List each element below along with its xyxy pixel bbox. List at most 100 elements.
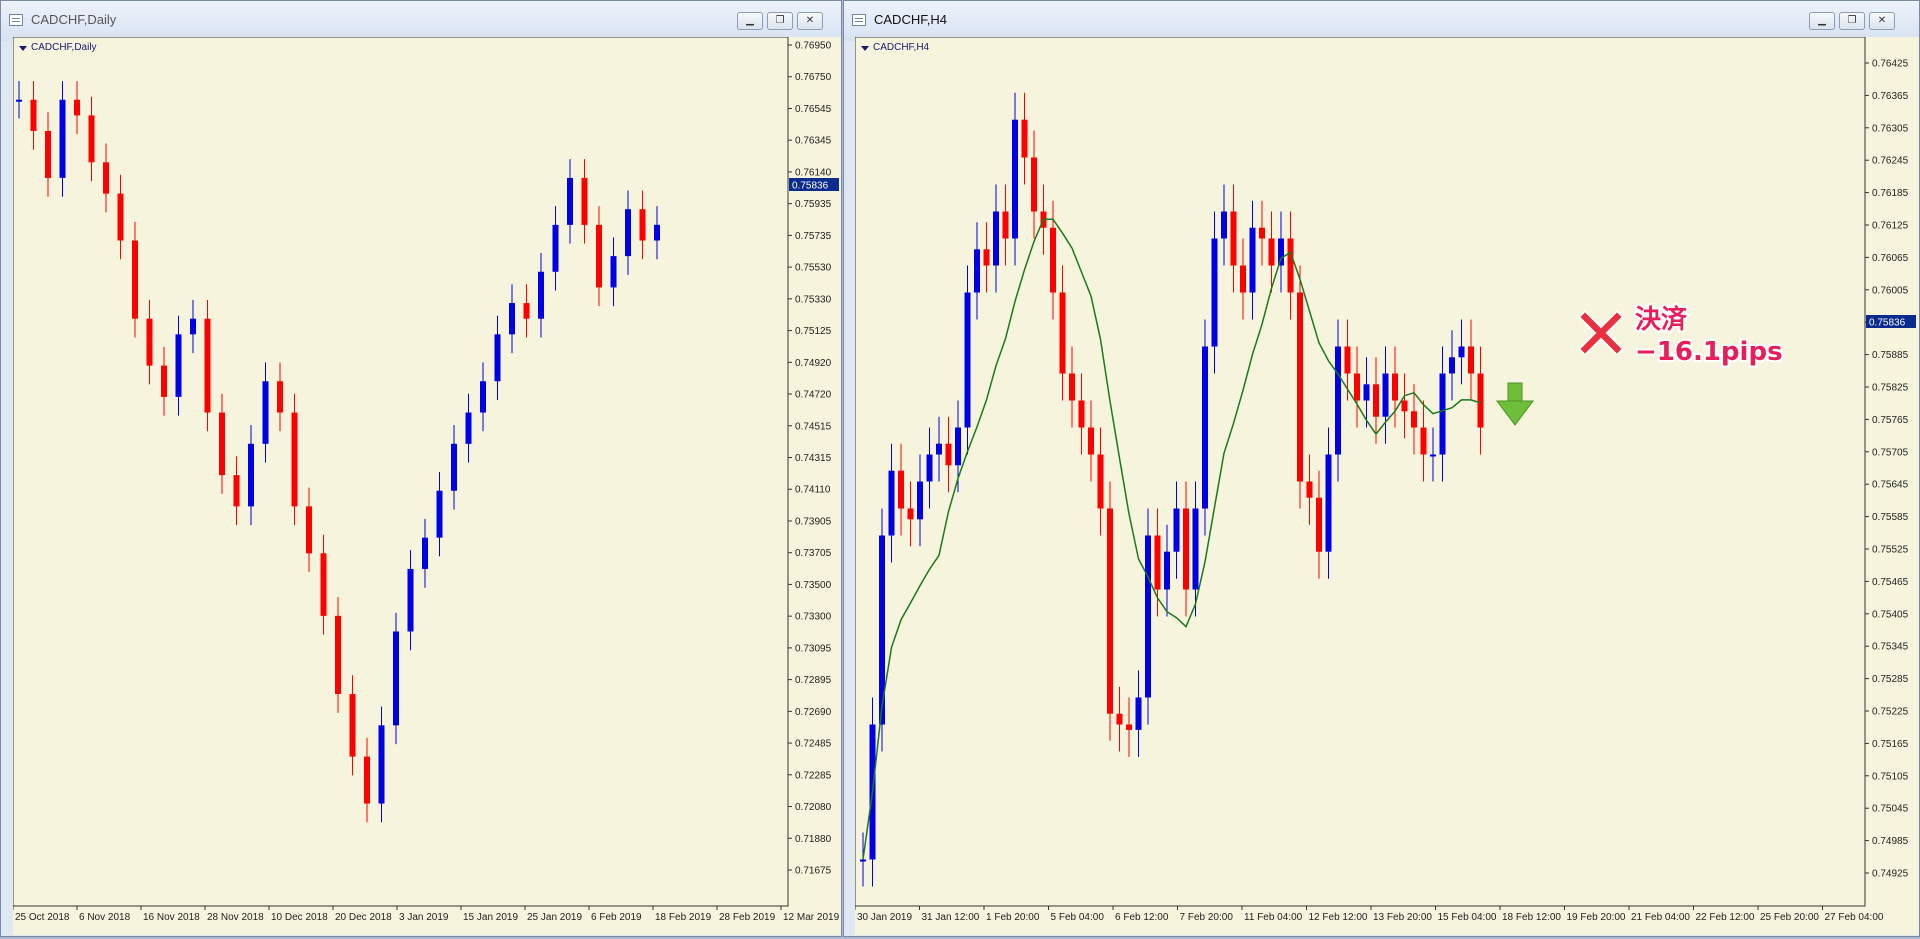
time-label: 19 Feb 20:00	[1567, 912, 1626, 923]
chart-area[interactable]: CADCHF,H4 決済 −16.1pips 0.76425 0.76365 0.7…	[854, 36, 1919, 935]
candle-body	[907, 508, 914, 520]
restore-button[interactable]: ❐	[767, 12, 793, 30]
time-label: 7 Feb 20:00	[1180, 912, 1234, 923]
candle-body	[552, 224, 559, 272]
price-label: 0.76185	[1872, 188, 1909, 199]
price-label: 0.76750	[795, 72, 832, 83]
h4-chart-window[interactable]: CADCHF,H4 ▁ ❐ ✕ CADCHF,H4 決済 −16.1pips 0…	[843, 0, 1920, 937]
price-label: 0.75525	[1872, 545, 1909, 556]
time-label: 20 Dec 2018	[335, 912, 392, 923]
price-label: 0.76005	[1872, 285, 1909, 296]
time-label: 28 Feb 2019	[719, 912, 776, 923]
candlestick-chart[interactable]: CADCHF,H4 決済 −16.1pips 0.764250.763650.7…	[854, 36, 1919, 935]
candlestick-chart[interactable]: CADCHF,Daily 0.76950 0.76750 0.76545 0.7634…	[12, 36, 841, 935]
candle-body	[1202, 346, 1208, 509]
candle-body	[936, 443, 942, 455]
time-label: 22 Feb 12:00	[1696, 912, 1755, 923]
price-label: 0.75405	[1872, 609, 1909, 620]
price-label: 0.75045	[1872, 804, 1909, 815]
candle-body	[1183, 508, 1189, 590]
time-label: 31 Jan 12:00	[922, 912, 980, 923]
candle-body	[349, 694, 356, 757]
annotation-pips: −16.1pips	[1635, 337, 1783, 367]
chart-window-icon	[852, 14, 866, 26]
time-label: 28 Nov 2018	[207, 912, 264, 923]
candle-body	[945, 443, 952, 466]
candle-body	[1287, 238, 1294, 293]
daily-chart-window[interactable]: CADCHF,Daily ▁ ❐ ✕ CADCHF,Daily 0.76950 0…	[0, 0, 842, 937]
candle-body	[1154, 535, 1161, 590]
candles	[16, 80, 660, 823]
candle-body	[1107, 508, 1113, 714]
price-label: 0.71675	[795, 866, 832, 877]
close-button[interactable]: ✕	[1869, 12, 1895, 30]
candle-body	[1468, 346, 1474, 374]
candle-body	[1439, 373, 1446, 455]
restore-button[interactable]: ❐	[1839, 12, 1865, 30]
price-label: 0.72690	[795, 707, 832, 718]
candle-body	[204, 318, 211, 413]
time-label: 6 Nov 2018	[79, 912, 131, 923]
price-label: 0.73095	[795, 643, 832, 654]
candle-body	[983, 249, 990, 266]
price-label: 0.75165	[1872, 739, 1909, 750]
time-axis: 30 Jan 2019 31 Jan 12:00 1 Feb 20:00 5 Feb …	[854, 906, 1884, 923]
minimize-button[interactable]: ▁	[737, 12, 763, 30]
minimize-button[interactable]: ▁	[1809, 12, 1835, 30]
price-label: 0.75225	[1872, 707, 1909, 718]
price-label: 0.75885	[1872, 350, 1909, 361]
price-axis: 0.76425 0.76365 0.76305 0.76245 0.76185 0.761…	[1865, 59, 1916, 880]
price-label: 0.75585	[1872, 512, 1909, 523]
candle-body	[926, 454, 933, 482]
candle-body	[1050, 227, 1056, 293]
candle-body	[132, 240, 138, 319]
price-label: 0.75935	[795, 199, 832, 210]
current-price-label: 0.75836	[792, 181, 829, 192]
price-label: 0.75735	[795, 231, 832, 242]
price-label: 0.75645	[1872, 480, 1909, 491]
moving-average-line	[862, 218, 1481, 860]
candle-body	[860, 859, 866, 862]
time-label: 30 Jan 2019	[857, 912, 912, 923]
candle-body	[1145, 535, 1151, 698]
candle-body	[1078, 400, 1085, 428]
price-label: 0.74315	[795, 453, 832, 464]
candle-body	[1221, 211, 1227, 239]
price-label: 0.72895	[795, 675, 832, 686]
chart-menu-icon	[19, 46, 27, 51]
candles	[860, 92, 1484, 887]
candle-body	[1002, 211, 1009, 239]
title-bar[interactable]: CADCHF,Daily ▁ ❐ ✕	[1, 1, 841, 41]
chart-area[interactable]: CADCHF,Daily 0.76950 0.76750 0.76545 0.7634…	[12, 36, 841, 935]
annotation-settled: 決済	[1635, 304, 1688, 335]
candle-body	[1116, 713, 1123, 725]
candle-body	[146, 318, 153, 366]
candle-body	[88, 115, 95, 163]
price-label: 0.72080	[795, 802, 832, 813]
price-label: 0.75825	[1872, 383, 1909, 394]
time-label: 15 Jan 2019	[463, 912, 518, 923]
candle-body	[422, 537, 428, 569]
candle-body	[364, 756, 370, 804]
candle-body	[509, 303, 515, 335]
candle-body	[1278, 238, 1284, 266]
candle-body	[955, 427, 961, 466]
window-title: CADCHF,H4	[874, 12, 947, 27]
candle-body	[1097, 454, 1104, 509]
candle-body	[233, 475, 240, 507]
candle-body	[30, 99, 37, 132]
price-label: 0.73300	[795, 612, 832, 623]
candle-body	[262, 381, 269, 444]
close-button[interactable]: ✕	[797, 12, 823, 30]
candle-body	[393, 631, 399, 726]
candle-body	[888, 470, 895, 536]
time-label: 6 Feb 12:00	[1115, 912, 1169, 923]
candle-body	[538, 271, 544, 319]
candle-body	[175, 334, 182, 397]
chart-menu-icon	[861, 46, 869, 51]
candle-body	[1325, 454, 1332, 552]
candle-body	[1069, 373, 1075, 401]
price-label: 0.71880	[795, 834, 832, 845]
title-bar[interactable]: CADCHF,H4 ▁ ❐ ✕	[844, 1, 1919, 41]
price-label: 0.76425	[1872, 59, 1909, 70]
